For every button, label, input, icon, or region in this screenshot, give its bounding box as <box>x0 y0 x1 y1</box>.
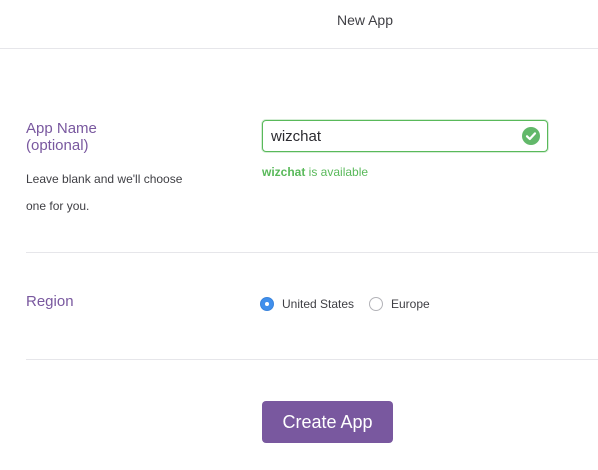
region-option-europe[interactable]: Europe <box>369 295 430 313</box>
region-option-united-states[interactable]: United States <box>260 295 354 313</box>
region-option-label: United States <box>282 297 355 311</box>
radio-unselected-icon[interactable] <box>369 297 383 311</box>
top-bar: New App <box>0 0 598 49</box>
check-circle-icon <box>522 127 540 145</box>
app-name-input[interactable] <box>271 125 511 147</box>
app-name-field[interactable] <box>262 120 548 152</box>
availability-text: is available <box>305 165 369 179</box>
app-name-optional-label: (optional) <box>26 137 89 154</box>
region-option-label: Europe <box>391 297 430 311</box>
availability-message: wizchat is available <box>262 165 368 179</box>
region-label: Region <box>26 293 74 310</box>
section-divider <box>26 252 598 253</box>
radio-selected-icon[interactable] <box>260 297 274 311</box>
app-name-label: App Name <box>26 120 97 137</box>
app-name-help-text: Leave blank and we'll choose one for you… <box>26 172 183 213</box>
page-title: New App <box>336 12 394 28</box>
availability-app-name: wizchat <box>262 165 306 179</box>
section-divider <box>26 359 598 360</box>
create-app-button[interactable]: Create App <box>262 401 393 443</box>
